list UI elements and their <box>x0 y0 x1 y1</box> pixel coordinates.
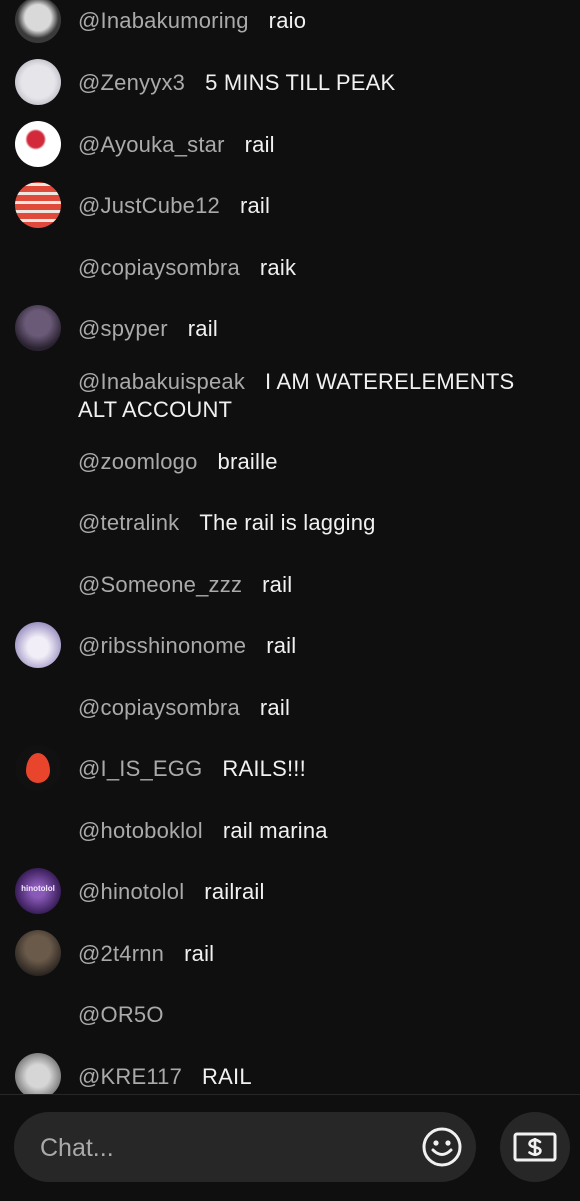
avatar-logo-text: hinotolol <box>21 884 55 893</box>
message-author[interactable]: @copiaysombra <box>78 695 240 720</box>
message-author[interactable]: @Inabakuispeak <box>78 369 245 394</box>
message-text: rail <box>266 633 297 658</box>
message-author[interactable]: @tetralink <box>78 510 179 535</box>
avatar[interactable] <box>15 930 61 976</box>
chat-input[interactable] <box>38 1112 412 1184</box>
message-text: RAILS!!! <box>222 756 306 781</box>
message-text: The rail is lagging <box>199 510 376 535</box>
smiley-icon[interactable] <box>420 1125 464 1169</box>
chat-message: @JustCube12 rail <box>0 182 580 232</box>
chat-message: @zoomlogo braille <box>0 438 580 488</box>
avatar[interactable] <box>15 305 61 351</box>
message-text: 5 MINS TILL PEAK <box>205 70 396 95</box>
message-text: rail <box>244 132 275 157</box>
chat-message: @hotoboklol rail marina <box>0 807 580 857</box>
chat-message: @copiaysombra rail <box>0 684 580 734</box>
message-author[interactable]: @Someone_zzz <box>78 572 242 597</box>
message-text: raik <box>259 255 297 280</box>
chat-message: @KRE117 RAIL <box>0 1053 580 1094</box>
avatar[interactable]: hinotolol <box>15 868 61 914</box>
chat-message: hinotolol @hinotolol railrail <box>0 868 580 918</box>
message-text: rail marina <box>222 818 328 843</box>
dollar-bill-icon <box>513 1132 557 1162</box>
chat-message: @tetralink The rail is lagging <box>0 499 580 549</box>
chat-message: @Someone_zzz rail <box>0 561 580 611</box>
message-author[interactable]: @KRE117 <box>78 1064 182 1089</box>
message-author[interactable]: @hinotolol <box>78 879 184 904</box>
avatar[interactable] <box>15 745 61 791</box>
message-text: rail <box>239 193 271 218</box>
message-text: rail <box>259 695 291 720</box>
avatar[interactable] <box>15 0 61 43</box>
chat-message: @ribsshinonome rail <box>0 622 580 672</box>
message-author[interactable]: @JustCube12 <box>78 193 220 218</box>
message-author[interactable]: @Inabakumoring <box>78 8 249 33</box>
message-author[interactable]: @spyper <box>78 316 168 341</box>
message-author[interactable]: @Zenyyx3 <box>78 70 185 95</box>
avatar[interactable] <box>15 182 61 228</box>
message-author[interactable]: @hotoboklol <box>78 818 203 843</box>
message-text: rail <box>262 572 293 597</box>
message-author[interactable]: @I_IS_EGG <box>78 756 202 781</box>
chat-message: @spyper rail <box>0 305 580 355</box>
message-text: rail <box>187 316 218 341</box>
message-text: railrail <box>204 879 265 904</box>
message-author[interactable]: @copiaysombra <box>78 255 240 280</box>
chat-message: @Inabakumoring raio <box>0 0 580 47</box>
avatar[interactable] <box>15 59 61 105</box>
message-author[interactable]: @OR5O <box>78 1002 164 1027</box>
message-author[interactable]: @Ayouka_star <box>78 132 225 157</box>
message-author[interactable]: @zoomlogo <box>78 449 198 474</box>
message-text: braille <box>217 449 278 474</box>
message-text: raio <box>268 8 307 33</box>
avatar[interactable] <box>15 1053 61 1094</box>
chat-message: @I_IS_EGG RAILS!!! <box>0 745 580 795</box>
chat-message: @copiaysombra raik <box>0 244 580 294</box>
chat-message: @2t4rnn rail <box>0 930 580 980</box>
message-author[interactable]: @2t4rnn <box>78 941 164 966</box>
chat-message-list[interactable]: @Inabakumoring raio @Zenyyx3 5 MINS TILL P… <box>0 0 580 1094</box>
chat-input-bar <box>0 1094 580 1201</box>
chat-message: @Inabakuispeak I AM WATERELEMENTS ALT ACC… <box>0 368 580 428</box>
message-author[interactable]: @ribsshinonome <box>78 633 246 658</box>
avatar[interactable] <box>15 121 61 167</box>
message-text: rail <box>184 941 215 966</box>
chat-message: @Zenyyx3 5 MINS TILL PEAK <box>0 59 580 109</box>
chat-message: @OR5O <box>0 991 580 1041</box>
chat-input-container[interactable] <box>14 1112 476 1184</box>
message-text: RAIL <box>202 1064 252 1089</box>
super-chat-button[interactable] <box>500 1112 570 1182</box>
chat-message: @Ayouka_star rail <box>0 121 580 171</box>
avatar[interactable] <box>15 622 61 668</box>
